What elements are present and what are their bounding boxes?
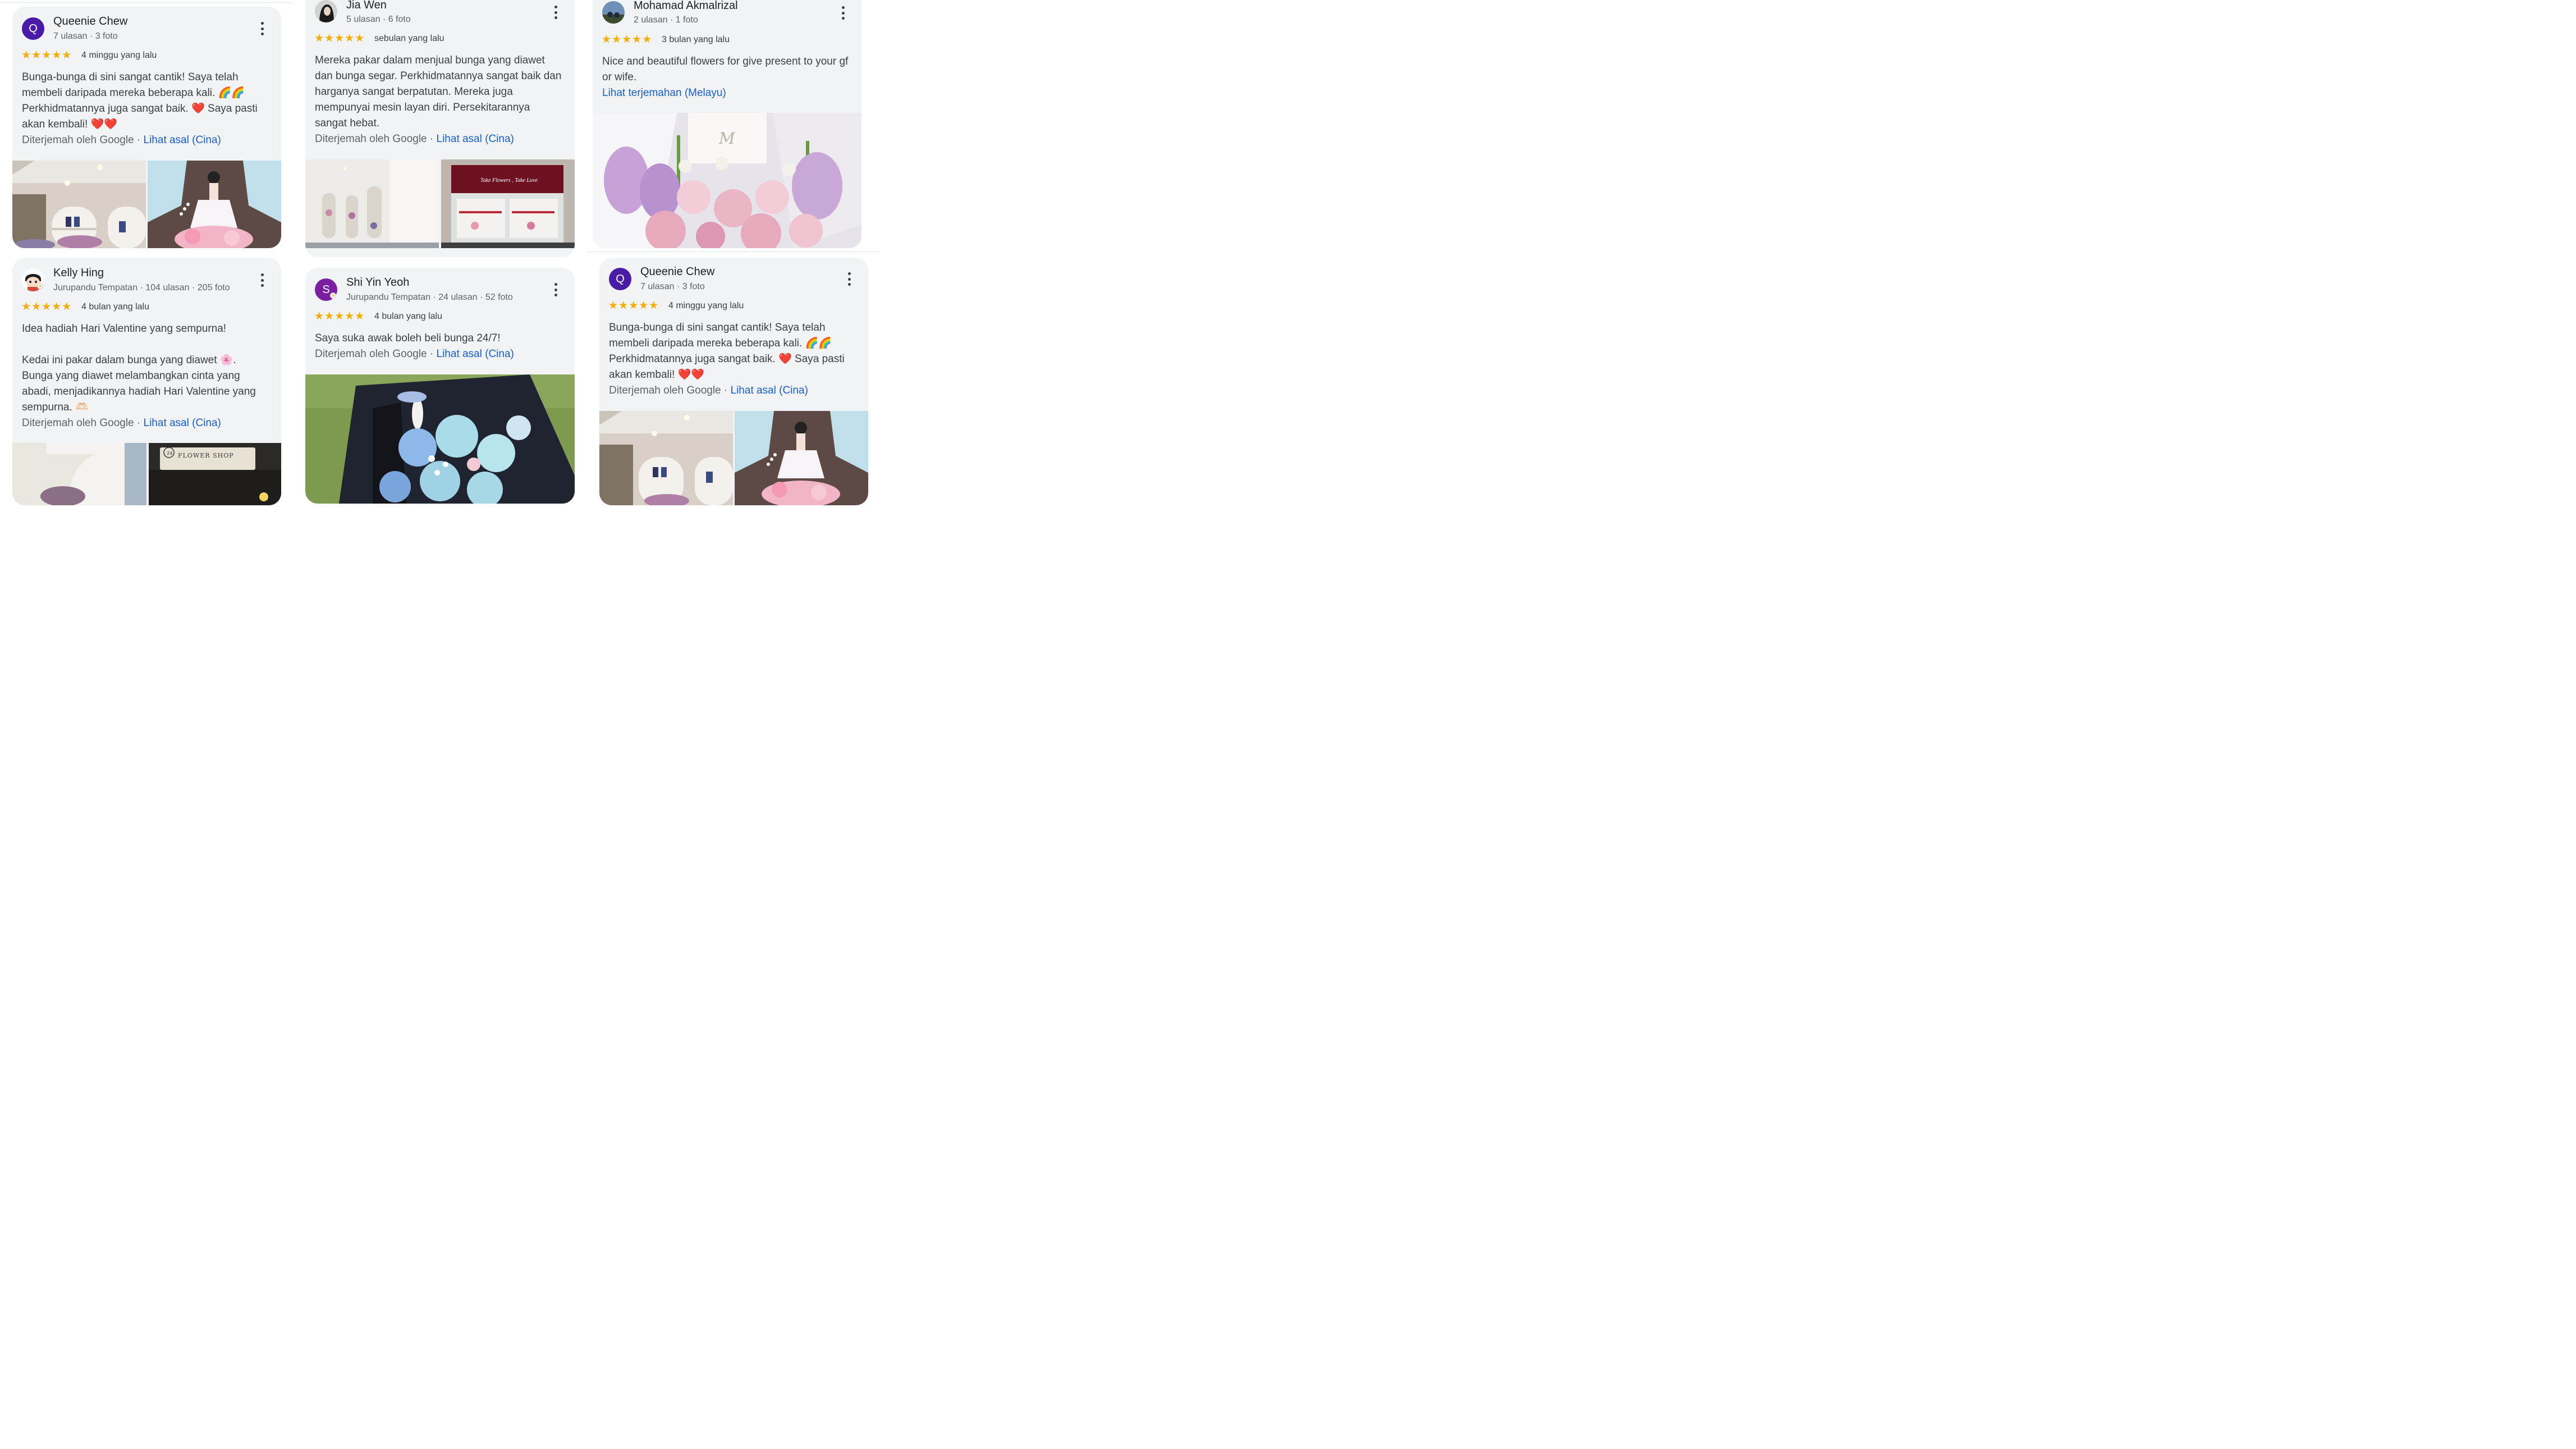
reviewer-meta: Jurupandu Tempatan · 24 ulasan · 52 foto — [346, 292, 513, 302]
column-divider — [0, 2, 293, 3]
translation-note: Diterjemah oleh Google · Lihat asal (Cin… — [315, 133, 514, 145]
review-card: Mohamad Akmalrizal 2 ulasan · 1 foto ★★★… — [593, 0, 861, 248]
bouquet-figure-image — [735, 411, 868, 505]
review-text: Idea hadiah Hari Valentine yang sempurna… — [22, 323, 256, 413]
shop-interior-image — [599, 411, 733, 505]
review-text: Bunga-bunga di sini sangat cantik! Saya … — [22, 71, 258, 130]
review-text: Bunga-bunga di sini sangat cantik! Saya … — [609, 322, 845, 381]
svg-text:24: 24 — [167, 451, 172, 456]
reviewer-meta: Jurupandu Tempatan · 104 ulasan · 205 fo… — [53, 283, 230, 292]
star-rating: ★★★★★ — [314, 33, 365, 44]
review-photo[interactable]: 24 FLOWER SHOP — [149, 443, 281, 505]
more-options-icon[interactable] — [550, 281, 561, 298]
star-rating: ★★★★★ — [602, 34, 653, 45]
shop-interior-image — [12, 443, 146, 505]
vending-machine-image: Take Flowers , Take Love — [441, 159, 575, 248]
review-time: 3 bulan yang lalu — [662, 35, 730, 44]
review-time: 4 bulan yang lalu — [374, 312, 442, 321]
translation-note: Diterjemah oleh Google · Lihat asal (Cin… — [609, 385, 808, 396]
more-options-icon[interactable] — [550, 4, 561, 21]
review-card: S Shi Yin Yeoh Jurupandu Tempatan · 24 u… — [305, 268, 575, 504]
vending-sign-text: Take Flowers , Take Love — [480, 177, 538, 184]
reviewer-avatar[interactable] — [602, 1, 625, 24]
review-photo[interactable]: Take Flowers , Take Love — [441, 159, 575, 248]
see-original-link[interactable]: Lihat asal (Cina) — [144, 417, 221, 429]
reviewer-photo-image — [315, 0, 337, 22]
star-rating: ★★★★★ — [314, 310, 365, 322]
more-options-icon[interactable] — [844, 271, 855, 287]
reviewer-avatar[interactable] — [315, 0, 337, 22]
reviewer-name[interactable]: Queenie Chew — [53, 15, 127, 28]
review-text: Saya suka awak boleh beli bunga 24/7! — [315, 332, 501, 344]
review-time: 4 minggu yang lalu — [668, 301, 744, 310]
shop-sign-text: FLOWER SHOP — [178, 452, 234, 459]
reviewer-meta: 2 ulasan · 1 foto — [634, 15, 698, 25]
see-original-link[interactable]: Lihat asal (Cina) — [144, 134, 221, 146]
see-original-link[interactable]: Lihat asal (Cina) — [437, 133, 514, 145]
review-time: sebulan yang lalu — [374, 34, 444, 43]
review-photo[interactable] — [148, 161, 281, 248]
review-card: Q Queenie Chew 7 ulasan · 3 foto ★★★★★ 4… — [12, 7, 281, 248]
review-photo[interactable] — [12, 161, 146, 248]
reviewer-name[interactable]: Shi Yin Yeoh — [346, 276, 409, 289]
flower-bouquet-image: M — [593, 113, 861, 248]
translation-note: Diterjemah oleh Google · Lihat asal (Cin… — [22, 417, 221, 429]
reviewer-name[interactable]: Jia Wen — [346, 0, 387, 12]
review-card: Kelly Hing Jurupandu Tempatan · 104 ulas… — [12, 258, 281, 505]
more-options-icon[interactable] — [837, 4, 849, 21]
review-time: 4 bulan yang lalu — [81, 302, 149, 312]
star-rating: ★★★★★ — [21, 301, 72, 313]
star-rating: ★★★★★ — [21, 49, 72, 61]
translation-note: Diterjemah oleh Google · Lihat asal (Cin… — [22, 134, 221, 146]
reviewer-avatar[interactable]: Q — [609, 268, 631, 290]
review-photo[interactable] — [599, 411, 733, 505]
review-photo[interactable] — [305, 374, 575, 504]
reviewer-name[interactable]: Mohamad Akmalrizal — [634, 0, 738, 12]
translation-link-row: Lihat terjemahan (Melayu) — [602, 85, 726, 101]
review-photo[interactable] — [305, 159, 439, 248]
translation-note: Diterjemah oleh Google · Lihat asal (Cin… — [315, 348, 514, 360]
reviewer-name[interactable]: Queenie Chew — [640, 266, 714, 278]
reviewer-photo-image — [602, 1, 625, 24]
review-card: Q Queenie Chew 7 ulasan · 3 foto ★★★★★ 4… — [599, 258, 868, 505]
review-photo[interactable] — [735, 411, 868, 505]
see-original-link[interactable]: Lihat asal (Cina) — [437, 348, 514, 360]
star-rating: ★★★★★ — [608, 300, 659, 312]
blue-bouquet-image — [305, 374, 575, 504]
shop-shelves-image — [305, 159, 439, 248]
reviewer-meta: 7 ulasan · 3 foto — [640, 282, 705, 291]
review-card: Jia Wen 5 ulasan · 6 foto ★★★★★ sebulan … — [305, 0, 575, 257]
reviewer-avatar[interactable]: Q — [22, 17, 44, 40]
reviewer-meta: 5 ulasan · 6 foto — [346, 15, 411, 24]
review-time: 4 minggu yang lalu — [81, 51, 157, 60]
review-photo[interactable] — [12, 443, 146, 505]
bouquet-figure-image — [148, 161, 281, 248]
svg-text:M: M — [718, 129, 736, 148]
reviewer-meta: 7 ulasan · 3 foto — [53, 31, 118, 41]
review-photo[interactable]: M — [593, 113, 861, 248]
more-options-icon[interactable] — [256, 272, 268, 289]
local-guide-badge-icon — [37, 283, 43, 289]
more-options-icon[interactable] — [256, 20, 268, 37]
shop-interior-image — [12, 161, 146, 248]
review-text: Mereka pakar dalam menjual bunga yang di… — [315, 54, 562, 129]
reviewer-name[interactable]: Kelly Hing — [53, 267, 104, 280]
shop-sign-image: 24 FLOWER SHOP — [149, 443, 281, 505]
local-guide-badge-icon — [330, 292, 336, 299]
see-translation-link[interactable]: Lihat terjemahan (Melayu) — [602, 87, 726, 99]
review-text: Nice and beautiful flowers for give pres… — [602, 56, 849, 83]
see-original-link[interactable]: Lihat asal (Cina) — [731, 385, 808, 396]
